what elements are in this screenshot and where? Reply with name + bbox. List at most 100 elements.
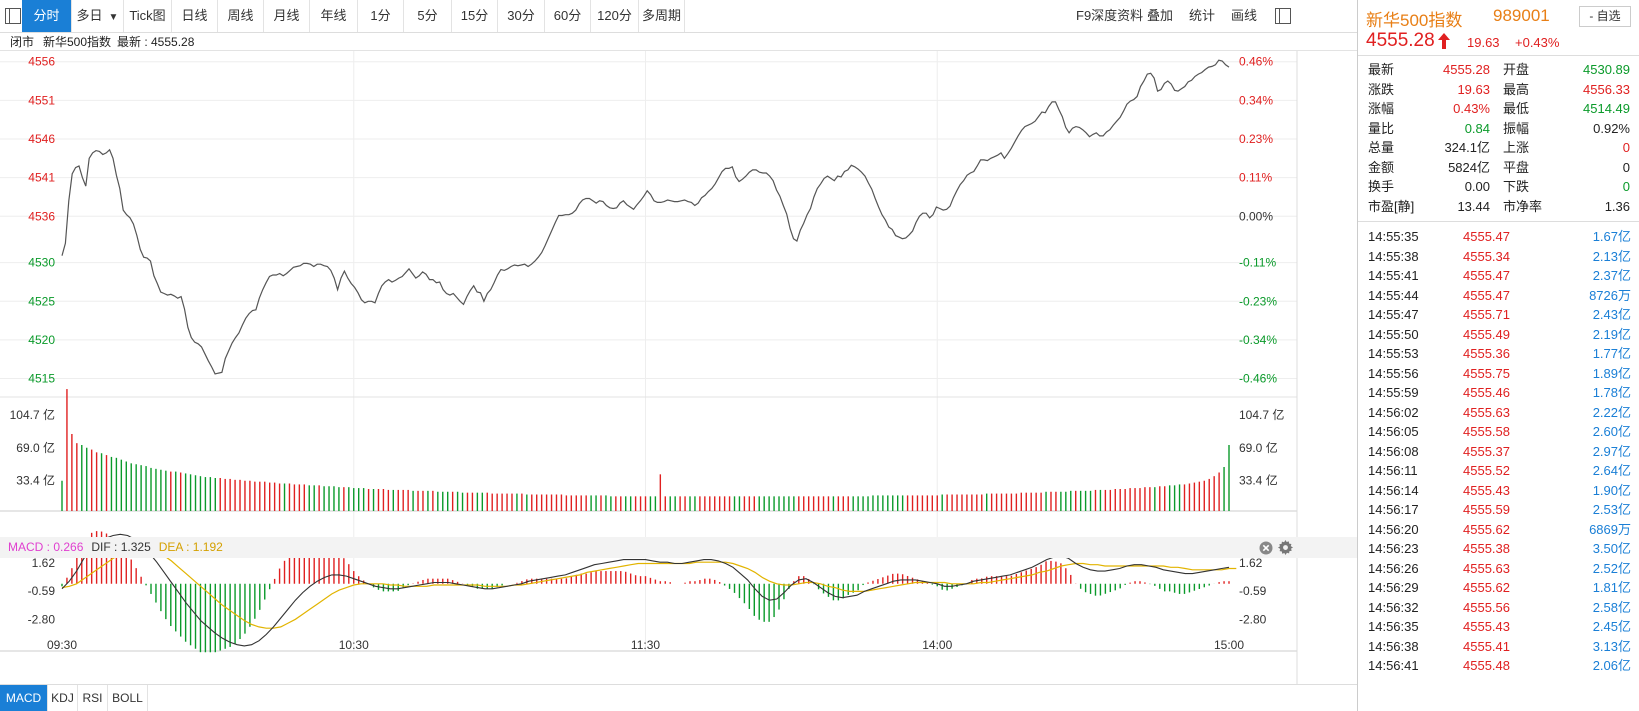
- tick-time: 14:56:02: [1368, 404, 1419, 420]
- tick-row: 14:55:53 4555.36 1.77亿: [1358, 344, 1639, 364]
- tick-volume: 2.06亿: [1592, 658, 1631, 673]
- close-icon[interactable]: [1259, 541, 1273, 555]
- tick-price: 4555.34: [1463, 248, 1510, 264]
- f9-profile-button[interactable]: F9深度资料: [1076, 0, 1143, 32]
- percent-tick-label: 0.23%: [1239, 132, 1273, 146]
- quote-value: 5824亿: [1448, 159, 1490, 175]
- macd-tick-label: -2.80: [1239, 612, 1267, 626]
- overlay-button[interactable]: 叠加: [1147, 0, 1173, 32]
- gear-icon[interactable]: [1278, 540, 1293, 555]
- tick-row: 14:55:35 4555.47 1.67亿: [1358, 227, 1639, 247]
- tab-intraday[interactable]: 分时: [22, 0, 72, 32]
- tick-volume: 3.50亿: [1592, 541, 1631, 556]
- tick-price: 4555.41: [1463, 638, 1510, 654]
- tab-120min[interactable]: 120分: [591, 0, 639, 32]
- tab-5min[interactable]: 5分: [404, 0, 452, 32]
- right-panel-toggle-icon[interactable]: [1275, 8, 1291, 24]
- tab-yearly[interactable]: 年线: [310, 0, 358, 32]
- divider: [1358, 55, 1639, 56]
- tick-price: 4555.48: [1463, 658, 1510, 673]
- percent-tick-label: 0.11%: [1239, 171, 1272, 185]
- quote-label: 量比: [1368, 120, 1395, 136]
- tick-volume: 2.52亿: [1592, 560, 1631, 576]
- quote-price: 4555.28: [1366, 30, 1435, 51]
- tab-tick-label: Tick图: [129, 8, 166, 23]
- tick-volume: 2.58亿: [1592, 599, 1631, 615]
- tick-time: 14:55:53: [1368, 346, 1419, 361]
- macd-tick-label: -0.59: [28, 584, 56, 598]
- tick-time: 14:55:41: [1368, 268, 1419, 283]
- tab-30min[interactable]: 30分: [498, 0, 545, 32]
- quote-row: 换手 0.00 下跌 0: [1358, 177, 1639, 197]
- tick-volume: 2.22亿: [1592, 404, 1631, 420]
- tick-time: 14:56:11: [1368, 463, 1418, 478]
- quote-row: 量比 0.84 振幅 0.92%: [1358, 119, 1639, 139]
- quote-label: 平盘: [1503, 159, 1530, 175]
- tab-120min-label: 120分: [597, 8, 632, 23]
- time-tick-label: 09:30: [47, 638, 77, 652]
- tab-daily[interactable]: 日线: [172, 0, 218, 32]
- tick-price: 4555.59: [1463, 502, 1510, 517]
- tick-time: 14:55:38: [1368, 248, 1419, 264]
- quote-value: 0: [1622, 179, 1630, 194]
- tab-macd[interactable]: MACD: [0, 685, 48, 711]
- tick-row: 14:56:23 4555.38 3.50亿: [1358, 539, 1639, 559]
- draw-line-button[interactable]: 画线: [1231, 0, 1257, 32]
- tick-row: 14:55:47 4555.71 2.43亿: [1358, 305, 1639, 325]
- tab-multi-day[interactable]: 多日 ▼: [72, 0, 124, 32]
- quote-value: 4514.49: [1583, 101, 1630, 116]
- left-panel-toggle-icon[interactable]: [5, 8, 21, 24]
- tab-boll[interactable]: BOLL: [108, 685, 148, 711]
- tick-volume: 3.13亿: [1592, 638, 1631, 654]
- quote-value: 0: [1622, 140, 1630, 155]
- tick-price: 4555.71: [1463, 307, 1510, 322]
- quote-label: 最低: [1503, 101, 1530, 116]
- tick-volume: 2.60亿: [1592, 424, 1631, 439]
- tab-60min[interactable]: 60分: [545, 0, 591, 32]
- quote-value: 0.84: [1464, 120, 1490, 136]
- statistics-button[interactable]: 统计: [1189, 0, 1215, 32]
- tab-monthly[interactable]: 月线: [264, 0, 310, 32]
- intraday-chart[interactable]: 4556 0.46% 4551 0.34% 4546 0.23% 4541 0.11% 4536…: [0, 51, 1357, 684]
- tick-price: 4555.52: [1463, 463, 1510, 478]
- volume-tick-label: 69.0 亿: [1239, 440, 1278, 455]
- tick-row: 14:56:38 4555.41 3.13亿: [1358, 637, 1639, 657]
- tab-kdj[interactable]: KDJ: [48, 685, 78, 711]
- quote-value: 19.63: [1457, 81, 1490, 97]
- tab-1min[interactable]: 1分: [358, 0, 404, 32]
- tab-multi-day-label: 多日: [76, 8, 103, 23]
- tab-monthly-label: 月线: [273, 8, 300, 23]
- tick-row: 14:55:59 4555.46 1.78亿: [1358, 383, 1639, 403]
- tick-row: 14:55:41 4555.47 2.37亿: [1358, 266, 1639, 286]
- tick-time: 14:56:38: [1368, 638, 1419, 654]
- quote-row: 最新 4555.28 开盘 4530.89: [1358, 60, 1639, 80]
- tab-15min[interactable]: 15分: [452, 0, 498, 32]
- tick-row: 14:56:41 4555.48 2.06亿: [1358, 656, 1639, 676]
- favorite-button[interactable]: - 自选: [1579, 6, 1631, 27]
- tick-volume: 2.19亿: [1592, 326, 1631, 342]
- tab-weekly[interactable]: 周线: [218, 0, 264, 32]
- time-tick-label: 15:00: [1214, 638, 1244, 652]
- tick-price: 4555.46: [1463, 385, 1510, 400]
- tick-time: 14:55:47: [1368, 307, 1419, 322]
- quote-value: 4555.28: [1443, 62, 1490, 77]
- tick-time: 14:55:35: [1368, 229, 1419, 244]
- macd-value: MACD : 0.266: [8, 540, 84, 554]
- percent-tick-label: -0.11%: [1239, 256, 1276, 270]
- quote-value: 0: [1622, 159, 1630, 175]
- arrow-up-icon: [1438, 33, 1450, 49]
- quote-label: 开盘: [1503, 62, 1530, 77]
- quote-label: 市盈[静]: [1368, 198, 1415, 214]
- tab-1min-label: 1分: [370, 8, 391, 23]
- tick-row: 14:56:17 4555.59 2.53亿: [1358, 500, 1639, 520]
- tab-multi-period[interactable]: 多周期: [639, 0, 685, 32]
- percent-tick-label: 0.00%: [1239, 209, 1273, 223]
- tick-volume: 2.13亿: [1592, 248, 1631, 264]
- tick-volume: 2.45亿: [1592, 619, 1631, 634]
- tab-tick[interactable]: Tick图: [124, 0, 172, 32]
- quote-code: 989001: [1493, 6, 1550, 25]
- quote-label: 金额: [1368, 159, 1395, 175]
- tick-price: 4555.47: [1463, 229, 1510, 244]
- tab-rsi[interactable]: RSI: [78, 685, 108, 711]
- tick-row: 14:55:50 4555.49 2.19亿: [1358, 325, 1639, 345]
